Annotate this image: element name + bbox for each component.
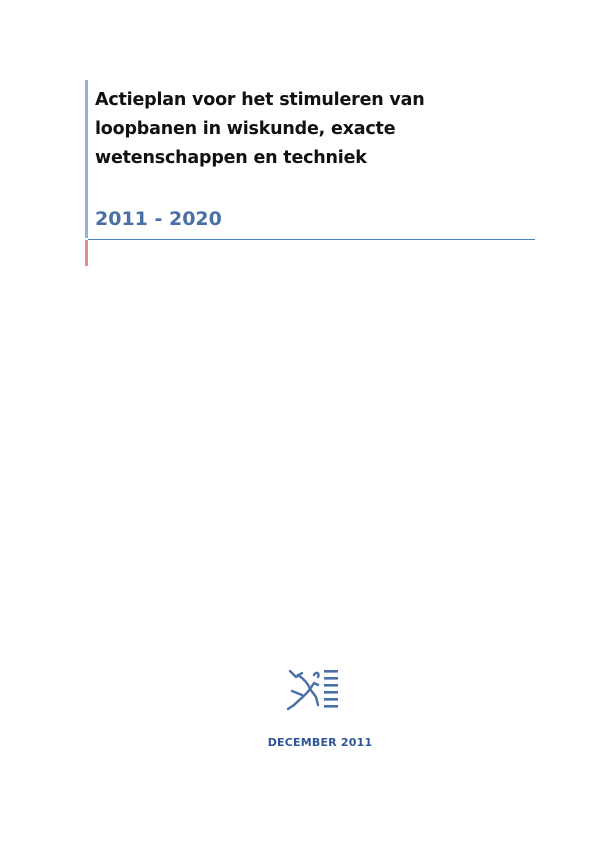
accent-bar-blue xyxy=(85,80,88,238)
document-years: 2011 - 2020 xyxy=(95,208,222,230)
flemish-lion-logo-icon xyxy=(286,669,338,711)
accent-bar-red xyxy=(85,240,88,266)
cover-page: Actieplan voor het stimuleren van loopba… xyxy=(0,0,595,842)
document-title: Actieplan voor het stimuleren van loopba… xyxy=(95,90,425,168)
title-divider xyxy=(88,239,535,240)
document-date: DECEMBER 2011 xyxy=(267,736,373,749)
